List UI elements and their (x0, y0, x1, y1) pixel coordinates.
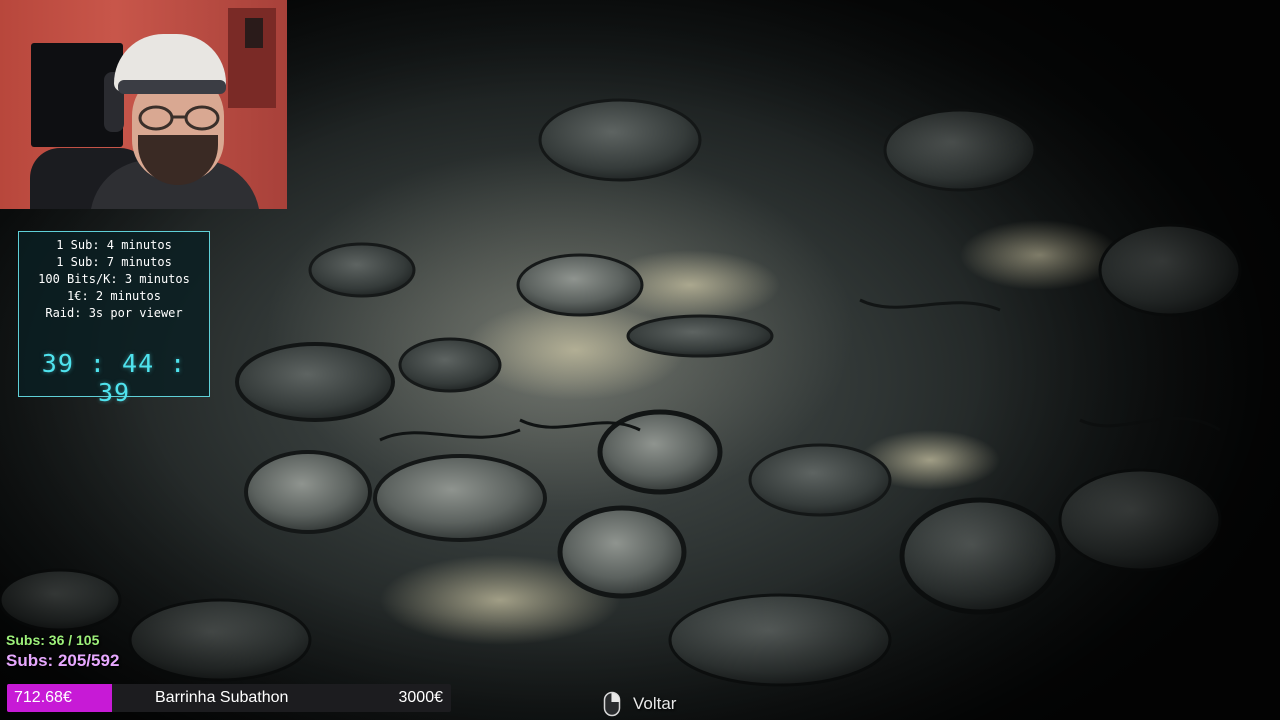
subathon-goal-amount: 3000€ (398, 689, 444, 706)
subs-goal-big: Subs: 205/592 (6, 651, 120, 670)
webcam-shelf-object (245, 18, 263, 48)
back-label: Voltar (633, 694, 677, 713)
glasses-icon (138, 105, 220, 131)
timer-rule: Raid: 3s por viewer (45, 306, 183, 320)
streamer-webcam (0, 0, 287, 209)
mouse-right-click-icon (603, 691, 621, 717)
subs-goal-small: Subs: 36 / 105 (6, 632, 100, 648)
timer-rule: 1 Sub: 4 minutos (56, 238, 172, 252)
subathon-progress-bar: 712.68€ Barrinha Subathon 3000€ (7, 684, 451, 712)
subathon-countdown: 39 : 44 : 39 (41, 349, 187, 407)
streamer-cap-brim (118, 80, 226, 94)
subathon-timer-panel: 1 Sub: 4 minutos 1 Sub: 7 minutos 100 Bi… (18, 231, 210, 407)
subathon-current-amount: 712.68€ (14, 689, 72, 706)
timer-rules: 1 Sub: 4 minutos 1 Sub: 7 minutos 100 Bi… (19, 232, 209, 322)
subathon-bar-label: Barrinha Subathon (155, 689, 289, 706)
timer-rule: 1€: 2 minutos (67, 289, 161, 303)
timer-rule: 1 Sub: 7 minutos (56, 255, 172, 269)
back-prompt[interactable]: Voltar (603, 690, 676, 718)
timer-rule: 100 Bits/K: 3 minutos (38, 272, 190, 286)
